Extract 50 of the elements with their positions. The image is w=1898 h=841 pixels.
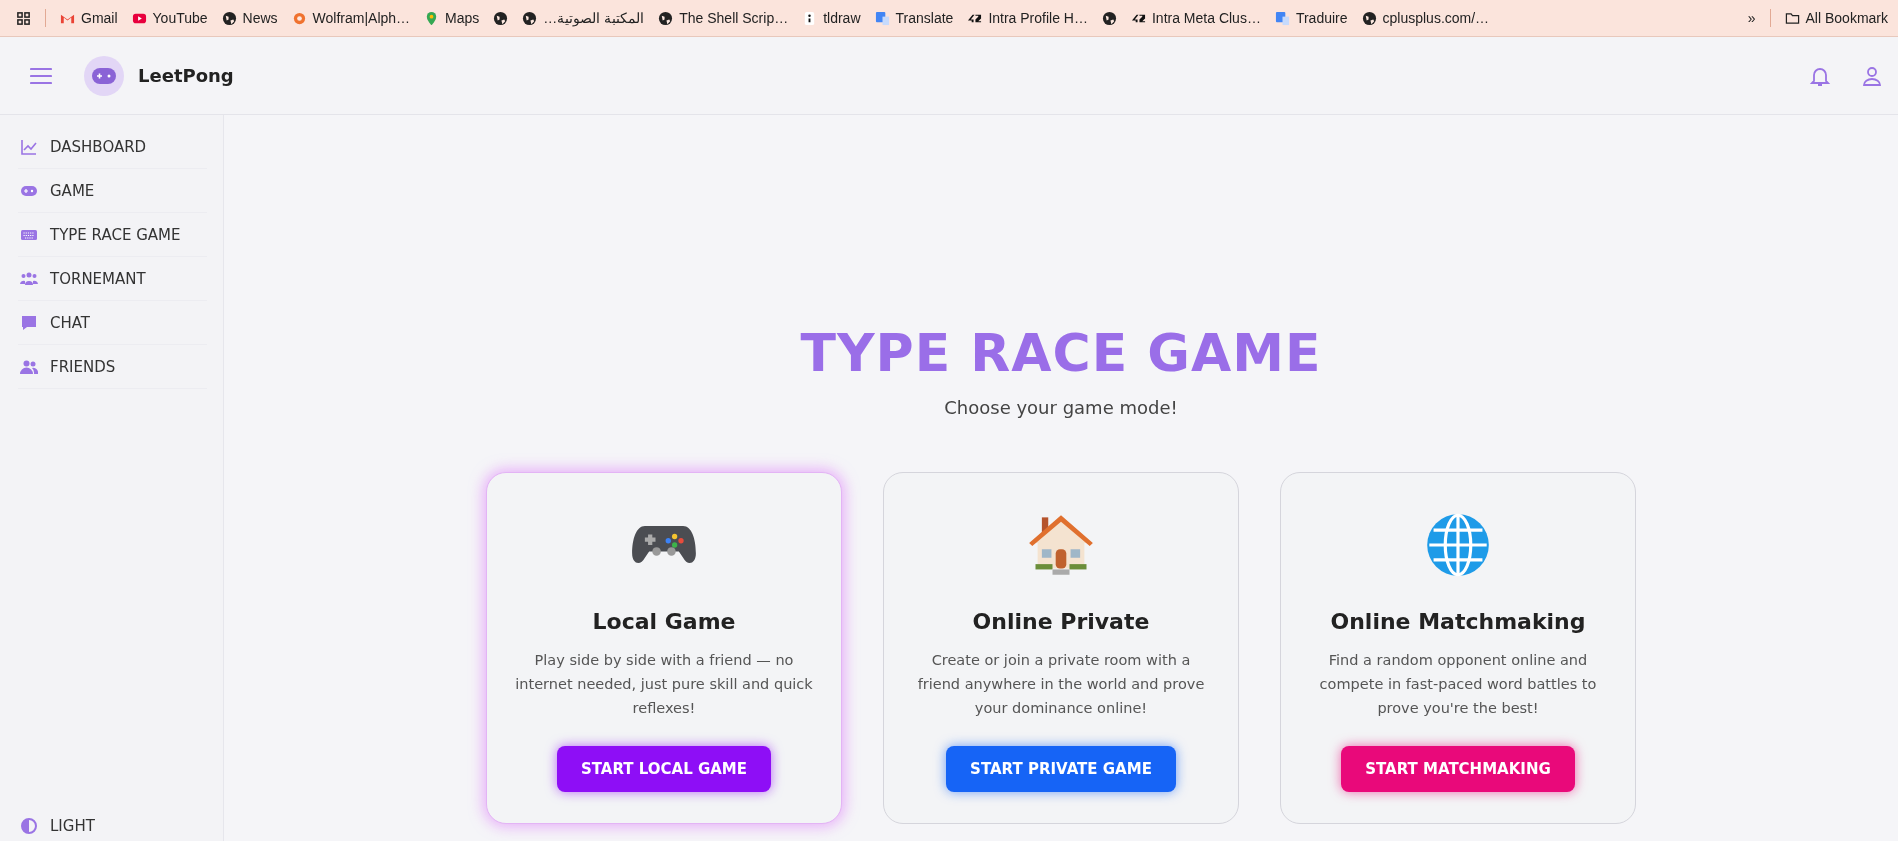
start-button[interactable]: START MATCHMAKING <box>1341 746 1575 792</box>
bookmark[interactable]: Intra Profile H… <box>967 10 1088 26</box>
page-subtitle: Choose your game mode! <box>944 397 1178 418</box>
card-description: Play side by side with a friend — no internet needed, just pure skill and quick reflexes! <box>515 651 813 718</box>
globe-icon <box>1101 10 1117 26</box>
bookmark[interactable]: Gmail <box>60 10 118 26</box>
sidebar-item[interactable]: DASHBOARD <box>18 125 207 169</box>
page-title: TYPE RACE GAME <box>800 323 1322 383</box>
card-description: Create or join a private room with a friend anywhere in the world and prove your dominance online! <box>916 651 1206 718</box>
bookmark[interactable]: YouTube <box>131 10 208 26</box>
bookmark[interactable]: Intra Meta Clus… <box>1130 10 1261 26</box>
sidebar-item[interactable]: TORNEMANT <box>18 257 207 301</box>
sidebar-item[interactable]: FRIENDS <box>18 345 207 389</box>
chart-icon <box>20 137 38 156</box>
all-bookmarks-button[interactable]: All Bookmark <box>1784 10 1888 26</box>
bookmark[interactable]: cplusplus.com/… <box>1361 10 1490 26</box>
bookmark[interactable]: Translate <box>874 10 954 26</box>
bookmark[interactable]: Traduire <box>1274 10 1348 26</box>
globe-icon <box>522 10 538 26</box>
bookmark[interactable]: News <box>221 10 278 26</box>
globe-icon <box>1424 511 1492 579</box>
globe-icon <box>658 10 674 26</box>
chat-icon <box>20 313 38 332</box>
start-button[interactable]: START LOCAL GAME <box>556 746 772 792</box>
globe-icon <box>221 10 237 26</box>
sidebar-item[interactable]: GAME <box>18 169 207 213</box>
sidebar-item[interactable]: CHAT <box>18 301 207 345</box>
bookmark[interactable]: Wolfram|Alph… <box>291 10 411 26</box>
bookmark[interactable]: The Shell Scrip… <box>658 10 789 26</box>
folder-icon <box>1784 10 1800 26</box>
card-title: Online Private <box>972 609 1150 634</box>
menu-icon[interactable] <box>30 66 52 85</box>
contrast-icon <box>20 817 38 835</box>
app-name: LeetPong <box>138 65 234 86</box>
bookmark[interactable]: Maps <box>424 10 480 26</box>
translate-icon <box>874 10 890 26</box>
globe-icon <box>493 10 509 26</box>
bookmark[interactable]: المكتبة الصوتية… <box>522 10 645 26</box>
card-description: Find a random opponent online and compete in fast-paced word battles to prove you're the best! <box>1318 651 1598 718</box>
card-title: Local Game <box>592 609 736 634</box>
logo-icon <box>84 55 124 96</box>
globe-icon <box>1361 10 1377 26</box>
apps-icon[interactable] <box>16 10 31 26</box>
card-title: Online Matchmaking <box>1330 609 1586 634</box>
translate-icon <box>1274 10 1290 26</box>
sidebar-item[interactable]: TYPE RACE GAME <box>18 213 207 257</box>
bookmark[interactable]: tldraw <box>802 10 861 26</box>
more-bookmarks-button[interactable]: » <box>1747 10 1756 26</box>
start-button[interactable]: START PRIVATE GAME <box>946 746 1176 792</box>
theme-toggle[interactable]: LIGHT <box>18 817 207 835</box>
